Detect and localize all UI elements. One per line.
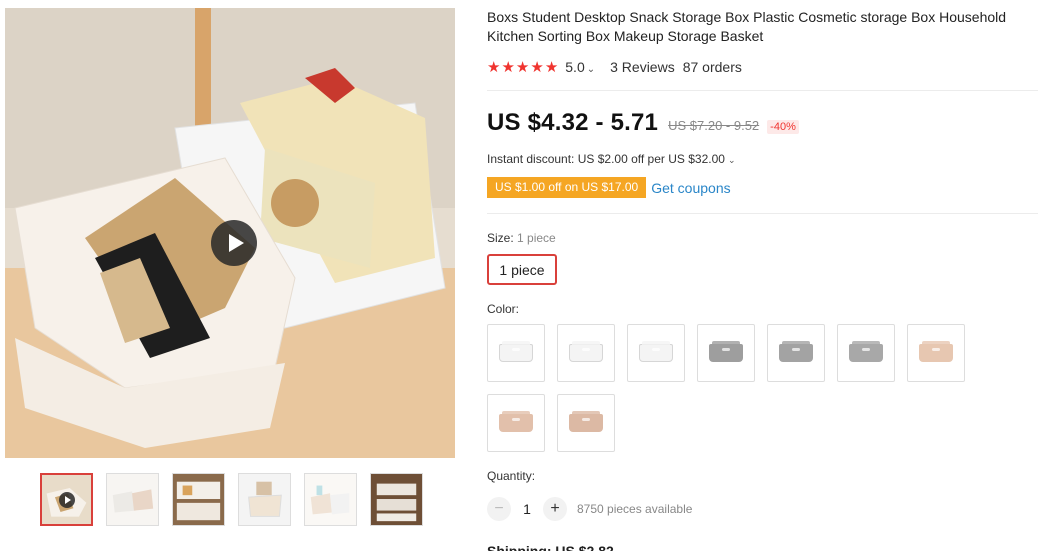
quantity-label: Quantity:	[487, 469, 536, 483]
thumbnail-5[interactable]	[304, 473, 357, 526]
shipping-label: Shipping: US $2.82	[487, 543, 614, 551]
rating-value: 5.0	[565, 59, 585, 75]
star-icon: ★	[544, 58, 559, 76]
increase-quantity-button[interactable]: +	[543, 497, 567, 521]
instant-discount-text: Instant discount: US $2.00 off per US $3…	[487, 152, 725, 166]
divider	[487, 90, 1038, 91]
chevron-down-icon: ⌄	[586, 64, 596, 75]
storage-box-swatch-image	[849, 341, 883, 362]
decrease-quantity-button[interactable]: −	[487, 497, 511, 521]
divider	[487, 213, 1038, 214]
storage-box-swatch-image	[919, 341, 953, 362]
star-icon: ★	[487, 58, 501, 76]
color-label: Color:	[487, 302, 520, 316]
star-icon: ★	[501, 58, 515, 76]
color-option-3[interactable]	[627, 324, 685, 382]
thumbnail-image	[107, 474, 158, 525]
storage-box-swatch-image	[499, 341, 533, 362]
size-label-text: Size:	[487, 231, 514, 245]
storage-box-swatch-image	[499, 411, 533, 432]
color-option-8[interactable]	[487, 394, 545, 452]
color-option-2[interactable]	[557, 324, 615, 382]
size-selected-value: 1 piece	[517, 231, 556, 245]
thumbnail-4[interactable]	[238, 473, 291, 526]
thumbnail-strip	[40, 473, 423, 526]
original-price: US $7.20 - 9.52	[668, 118, 760, 133]
star-icon: ★	[530, 58, 544, 76]
price-row: US $4.32 - 5.71 US $7.20 - 9.52 -40%	[487, 109, 799, 137]
storage-box-swatch-image	[569, 411, 603, 432]
storage-box-swatch-image	[569, 341, 603, 362]
product-title: Boxs Student Desktop Snack Storage Box P…	[487, 9, 1007, 44]
main-product-image[interactable]	[5, 8, 455, 458]
thumbnail-3[interactable]	[172, 473, 225, 526]
chevron-down-icon: ⌄	[727, 155, 736, 165]
coupon-tag[interactable]: US $1.00 off on US $17.00	[487, 177, 647, 198]
quantity-value[interactable]: 1	[511, 501, 543, 517]
orders-count: 87 orders	[682, 59, 742, 75]
play-icon	[228, 234, 244, 252]
rating-value-dropdown[interactable]: 5.0 ⌄	[565, 59, 595, 75]
size-option-1-piece[interactable]: 1 piece	[487, 254, 557, 285]
thumbnail-image	[371, 474, 422, 525]
color-option-4[interactable]	[697, 324, 755, 382]
size-label: Size: 1 piece	[487, 231, 556, 245]
color-option-5[interactable]	[767, 324, 825, 382]
thumbnail-2[interactable]	[106, 473, 159, 526]
current-price: US $4.32 - 5.71	[487, 109, 659, 136]
reviews-link[interactable]: 3 Reviews	[610, 59, 675, 75]
thumbnail-image	[305, 474, 356, 525]
thumbnail-image	[239, 474, 290, 525]
color-option-7[interactable]	[907, 324, 965, 382]
thumbnail-1[interactable]	[40, 473, 93, 526]
thumbnail-image	[173, 474, 224, 525]
star-rating: ★ ★ ★ ★ ★	[487, 60, 558, 75]
get-coupons-link[interactable]: Get coupons	[651, 180, 730, 196]
play-video-button[interactable]	[211, 220, 257, 266]
storage-box-swatch-image	[709, 341, 743, 362]
color-option-1[interactable]	[487, 324, 545, 382]
coupon-row: US $1.00 off on US $17.00 Get coupons	[487, 177, 731, 198]
thumbnail-6[interactable]	[370, 473, 423, 526]
video-play-icon	[58, 491, 75, 508]
storage-box-swatch-image	[639, 341, 673, 362]
color-option-6[interactable]	[837, 324, 895, 382]
star-icon: ★	[515, 58, 530, 76]
discount-badge: -40%	[767, 120, 799, 134]
color-option-9[interactable]	[557, 394, 615, 452]
quantity-stepper: − 1 + 8750 pieces available	[487, 497, 692, 521]
storage-box-swatch-image	[779, 341, 813, 362]
pieces-available: 8750 pieces available	[577, 502, 693, 516]
color-options	[487, 324, 977, 452]
rating-row: ★ ★ ★ ★ ★ 5.0 ⌄ 3 Reviews 87 orders	[487, 57, 742, 77]
instant-discount[interactable]: Instant discount: US $2.00 off per US $3…	[487, 152, 735, 166]
